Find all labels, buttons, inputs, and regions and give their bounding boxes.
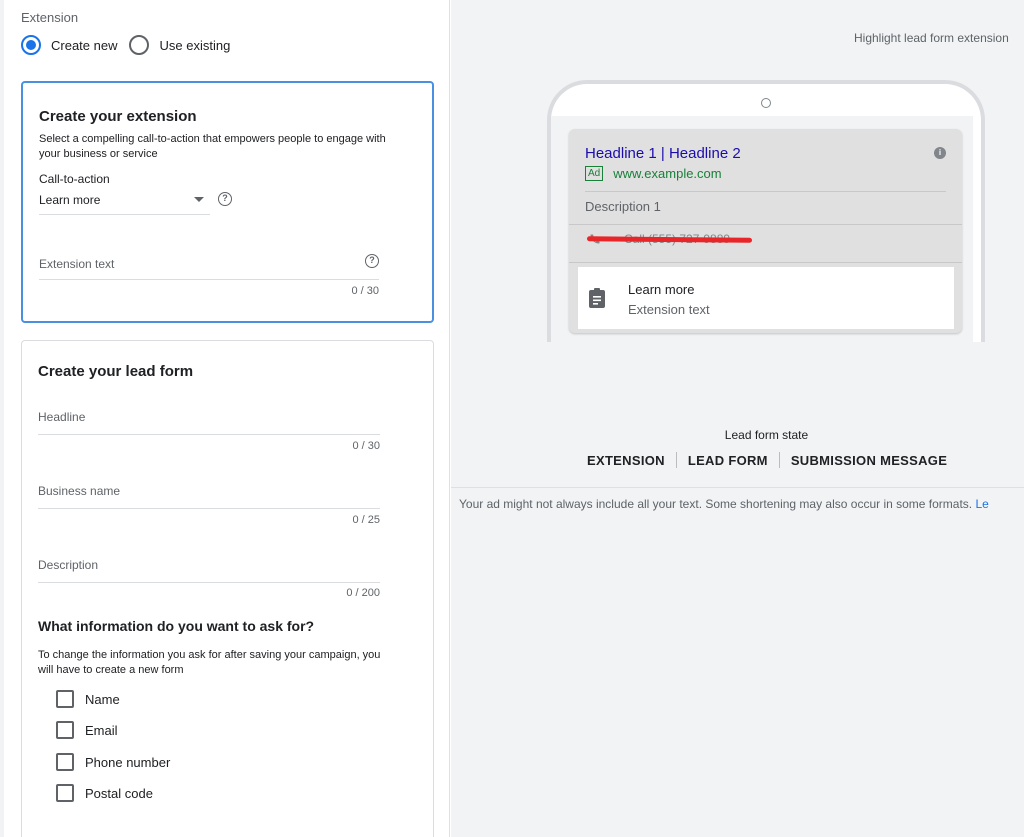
redaction-mark: [586, 236, 753, 243]
info-question-title: What information do you want to ask for?: [38, 618, 315, 634]
headline-input[interactable]: Headline: [38, 410, 85, 424]
ad-divider-2: [569, 224, 962, 225]
highlight-lead-form-label: Highlight lead form extension: [854, 31, 1009, 45]
name-checkbox-label[interactable]: Name: [85, 692, 120, 707]
extension-section-label: Extension: [21, 10, 79, 25]
phone-checkbox-label[interactable]: Phone number: [85, 755, 170, 770]
name-checkbox[interactable]: [56, 690, 74, 708]
ad-url-row: Ad www.example.com: [585, 166, 722, 181]
create-new-label[interactable]: Create new: [51, 38, 117, 53]
learn-more-link[interactable]: Le: [975, 497, 988, 511]
extension-text-counter: 0 / 30: [351, 285, 379, 297]
postal-code-checkbox-row[interactable]: Postal code: [56, 784, 153, 802]
business-name-input[interactable]: Business name: [38, 484, 120, 498]
ad-divider: [585, 191, 946, 192]
name-checkbox-row[interactable]: Name: [56, 690, 120, 708]
use-existing-radio[interactable]: [129, 35, 150, 55]
create-extension-card: Create your extension Select a compellin…: [21, 81, 434, 323]
left-panel: Extension Create new Use existing Create…: [0, 0, 450, 837]
email-checkbox-row[interactable]: Email: [56, 721, 118, 739]
email-checkbox-label[interactable]: Email: [85, 723, 118, 738]
lead-form-title: Create your lead form: [38, 363, 194, 380]
headline-counter: 0 / 30: [352, 440, 380, 452]
phone-checkbox[interactable]: [56, 753, 74, 771]
postal-code-checkbox-label[interactable]: Postal code: [85, 786, 153, 801]
ad-divider-3: [569, 262, 962, 263]
extension-text-help-icon[interactable]: ?: [365, 254, 379, 268]
clipboard-icon: [589, 288, 605, 308]
info-question-subtitle: To change the information you ask for af…: [38, 649, 381, 676]
cta-select-value: Learn more: [39, 193, 101, 207]
left-edge: [0, 0, 4, 837]
tab-lead-form[interactable]: LEAD FORM: [677, 453, 779, 468]
shortening-note: Your ad might not always include all you…: [459, 497, 989, 511]
description-input[interactable]: Description: [38, 558, 98, 572]
ad-preview-card: Headline 1 | Headline 2 i Ad www.example…: [569, 129, 962, 333]
lead-form-state-tabs: EXTENSION LEAD FORM SUBMISSION MESSAGE: [576, 452, 958, 468]
headline-underline: [38, 434, 380, 435]
phone-checkbox-row[interactable]: Phone number: [56, 753, 170, 771]
ext-preview-text: Extension text: [628, 302, 710, 317]
business-name-counter: 0 / 25: [352, 514, 380, 526]
camera-icon: [761, 98, 771, 108]
description-underline: [38, 582, 380, 583]
tab-extension[interactable]: EXTENSION: [576, 453, 676, 468]
description-counter: 0 / 200: [346, 587, 380, 599]
shortening-note-text: Your ad might not always include all you…: [459, 497, 976, 511]
email-checkbox[interactable]: [56, 721, 74, 739]
lead-form-extension-preview[interactable]: Learn more Extension text: [578, 267, 954, 329]
ad-description: Description 1: [585, 199, 661, 214]
lead-form-state-label: Lead form state: [724, 428, 809, 442]
create-extension-title: Create your extension: [39, 108, 197, 125]
create-new-radio[interactable]: [21, 35, 41, 55]
ad-headline: Headline 1 | Headline 2: [585, 145, 741, 162]
extension-text-input[interactable]: Extension text: [39, 257, 114, 271]
cta-select[interactable]: Learn more: [39, 191, 210, 215]
business-name-underline: [38, 508, 380, 509]
tab-submission-message[interactable]: SUBMISSION MESSAGE: [780, 453, 958, 468]
chevron-down-icon: [194, 197, 204, 202]
ext-preview-title: Learn more: [628, 282, 695, 297]
create-extension-subtitle: Select a compelling call-to-action that …: [39, 133, 386, 160]
postal-code-checkbox[interactable]: [56, 784, 74, 802]
extension-radio-group: Create new Use existing: [21, 35, 242, 55]
ad-url: www.example.com: [613, 166, 722, 181]
extension-text-underline: [39, 279, 379, 280]
cta-help-icon[interactable]: ?: [218, 192, 232, 206]
preview-divider: [451, 487, 1024, 488]
use-existing-label[interactable]: Use existing: [159, 38, 230, 53]
preview-panel: Highlight lead form extension Headline 1…: [451, 0, 1024, 837]
cta-label: Call-to-action: [39, 172, 110, 186]
ad-badge: Ad: [585, 166, 604, 181]
info-icon: i: [934, 147, 946, 159]
